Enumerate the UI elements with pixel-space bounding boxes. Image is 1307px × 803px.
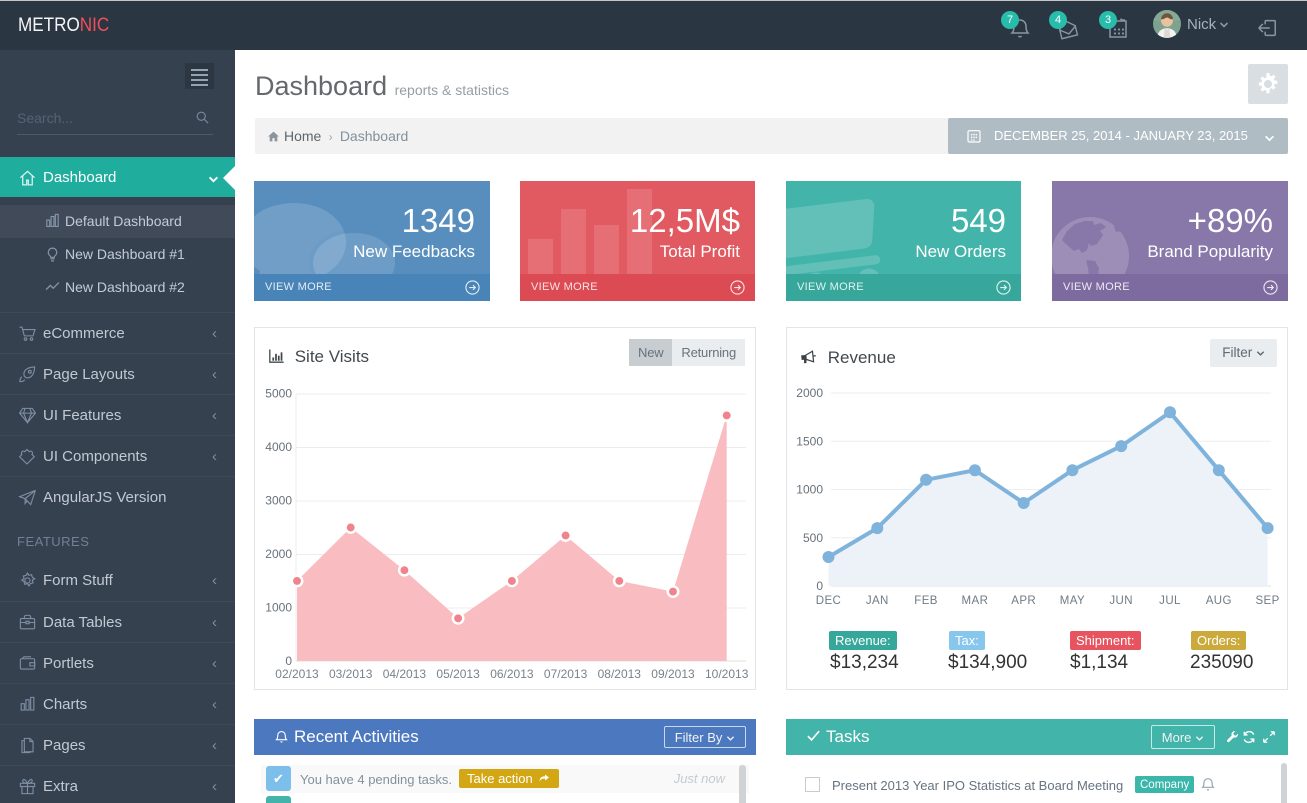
svg-text:4000: 4000 — [265, 440, 292, 454]
svg-text:JAN: JAN — [866, 595, 889, 607]
svg-text:03/2013: 03/2013 — [329, 667, 373, 680]
svg-text:500: 500 — [803, 531, 823, 545]
svg-text:AUG: AUG — [1206, 595, 1232, 607]
svg-text:08/2013: 08/2013 — [598, 667, 642, 680]
svg-text:2000: 2000 — [796, 386, 823, 400]
svg-text:3000: 3000 — [265, 494, 292, 508]
svg-text:FEB: FEB — [914, 595, 938, 607]
svg-text:5000: 5000 — [265, 387, 292, 401]
svg-text:1000: 1000 — [265, 601, 292, 615]
svg-text:MAR: MAR — [962, 595, 989, 607]
svg-text:2000: 2000 — [265, 547, 292, 561]
svg-text:05/2013: 05/2013 — [436, 667, 480, 680]
svg-text:10/2013: 10/2013 — [705, 667, 749, 680]
svg-text:1500: 1500 — [796, 434, 823, 448]
svg-text:JUN: JUN — [1109, 595, 1133, 607]
svg-text:09/2013: 09/2013 — [651, 667, 695, 680]
svg-text:MAY: MAY — [1060, 595, 1085, 607]
svg-text:04/2013: 04/2013 — [383, 667, 427, 680]
svg-text:06/2013: 06/2013 — [490, 667, 534, 680]
svg-text:0: 0 — [816, 579, 823, 593]
svg-text:DEC: DEC — [816, 595, 841, 607]
svg-text:SEP: SEP — [1255, 595, 1279, 607]
svg-text:APR: APR — [1011, 595, 1036, 607]
svg-text:0: 0 — [285, 654, 292, 668]
svg-text:1000: 1000 — [796, 483, 823, 497]
svg-text:07/2013: 07/2013 — [544, 667, 588, 680]
svg-text:02/2013: 02/2013 — [275, 667, 319, 680]
svg-text:JUL: JUL — [1159, 595, 1181, 607]
